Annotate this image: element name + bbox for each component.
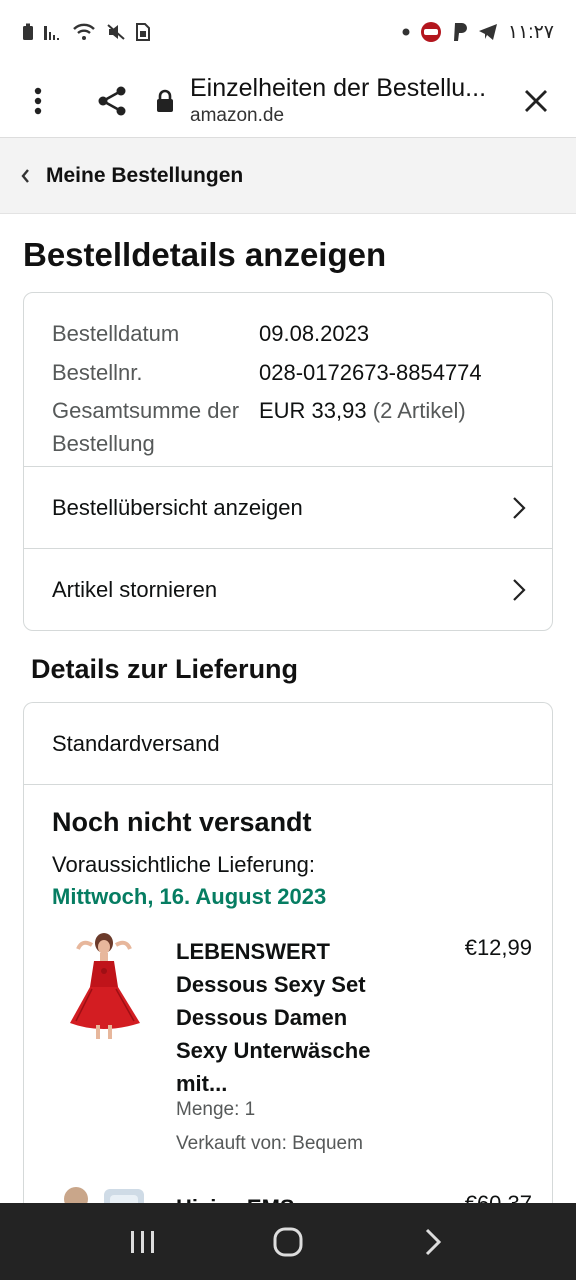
page-title: Einzelheiten der Bestellu...: [190, 74, 487, 102]
share-icon[interactable]: [82, 71, 142, 131]
product-title[interactable]: LEBENSWERT Dessous Sexy Set Dessous Dame…: [176, 935, 396, 1100]
battery-icon: [22, 23, 34, 41]
order-total-amount: EUR 33,93: [259, 398, 367, 424]
product-quantity: Menge: 1: [176, 1099, 256, 1120]
order-info: Bestelldatum 09.08.2023 Bestellnr. 028-0…: [24, 293, 552, 466]
order-details-heading: Bestelldetails anzeigen: [23, 236, 387, 273]
status-right: ١١:٢٧: [402, 21, 554, 44]
recent-apps-icon[interactable]: [113, 1212, 173, 1272]
cancel-items-link[interactable]: Artikel stornieren: [24, 548, 552, 630]
order-item-count: (2 Artikel): [372, 398, 466, 424]
signal-icon: [44, 24, 62, 40]
product-seller: Verkauft von: Bequem: [176, 1133, 363, 1154]
order-summary-card: Bestelldatum 09.08.2023 Bestellnr. 028-0…: [23, 292, 553, 631]
lock-icon: [148, 71, 182, 131]
browser-toolbar: Einzelheiten der Bestellu... amazon.de: [0, 64, 576, 138]
close-icon[interactable]: [514, 74, 558, 128]
product-image[interactable]: [52, 931, 152, 1041]
back-icon[interactable]: [403, 1212, 463, 1272]
view-order-summary-label: Bestellübersicht anzeigen: [52, 494, 303, 520]
order-total-label: Gesamtsumme der Bestellung: [52, 398, 240, 457]
estimated-delivery-label: Voraussichtliche Lieferung:: [52, 852, 315, 877]
delivery-card: Standardversand Noch nicht versandt Vora…: [23, 702, 553, 1262]
address-bar[interactable]: Einzelheiten der Bestellu... amazon.de: [190, 74, 490, 127]
wifi-icon: [72, 23, 96, 41]
app-badge-icon: [420, 21, 442, 43]
status-bar: ١١:٢٧: [0, 0, 576, 64]
shipping-method: Standardversand: [24, 703, 552, 785]
order-total-value: EUR 33,93 (2 Artikel): [259, 394, 524, 466]
mute-icon: [106, 23, 126, 41]
chevron-left-icon: [20, 168, 36, 184]
page-domain: amazon.de: [190, 105, 285, 126]
breadcrumb[interactable]: Meine Bestellungen: [0, 138, 576, 214]
notification-dot-icon: [402, 28, 410, 36]
telegram-icon: [478, 23, 498, 41]
chevron-right-icon: [512, 494, 530, 522]
status-left: [22, 23, 150, 41]
estimated-delivery-date: Mittwoch, 16. August 2023: [52, 884, 327, 909]
order-number-value: 028-0172673-8854774: [259, 359, 482, 385]
view-order-summary-link[interactable]: Bestellübersicht anzeigen: [24, 466, 552, 548]
shipment-status: Noch nicht versandt: [52, 807, 312, 837]
cancel-items-label: Artikel stornieren: [52, 576, 218, 602]
delivery-details-heading: Details zur Lieferung: [31, 654, 299, 684]
status-time: ١١:٢٧: [507, 21, 554, 43]
breadcrumb-label: Meine Bestellungen: [46, 163, 244, 187]
paypal-icon: [452, 22, 468, 42]
home-icon[interactable]: [258, 1212, 318, 1272]
product-price: €12,99: [464, 935, 532, 960]
sim-icon: [136, 23, 150, 41]
order-date-value: 09.08.2023: [259, 321, 370, 346]
system-navigation-bar: [0, 1203, 576, 1280]
screen: ١١:٢٧ Einzelheiten der Bestellu... amazo…: [0, 0, 576, 1280]
more-options-icon[interactable]: [8, 71, 68, 131]
order-date-label: Bestelldatum: [52, 321, 180, 346]
order-number-label: Bestellnr.: [52, 359, 143, 385]
chevron-right-icon: [512, 576, 530, 604]
